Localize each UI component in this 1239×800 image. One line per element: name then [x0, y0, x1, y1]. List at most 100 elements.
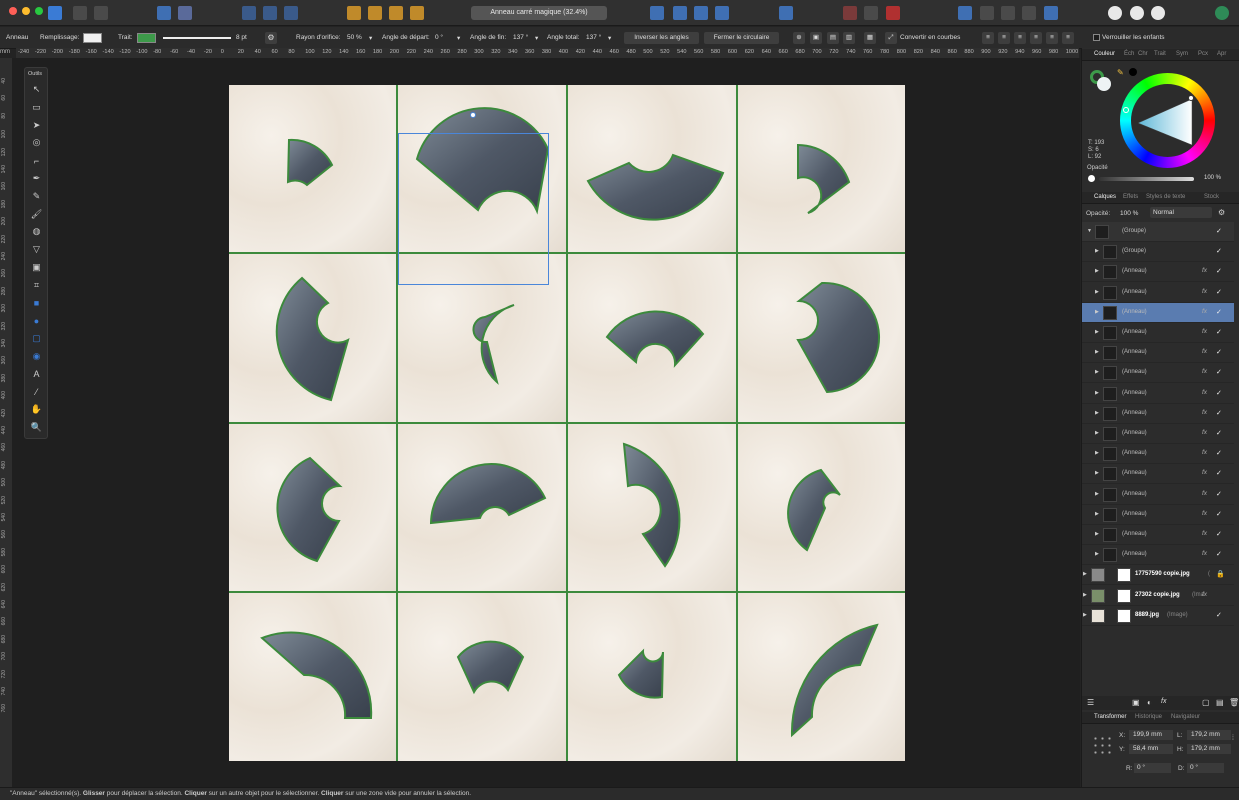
- expand-arrow-icon[interactable]: ▶: [1095, 369, 1099, 375]
- stroke-width-value[interactable]: 8 pt: [236, 34, 247, 41]
- expand-arrow-icon[interactable]: ▶: [1095, 551, 1099, 557]
- align-right-icon[interactable]: ▦: [864, 32, 876, 44]
- shear-field[interactable]: 0 °: [1187, 763, 1224, 773]
- snapping-toggle-icon[interactable]: [864, 6, 878, 20]
- expand-arrow-icon[interactable]: ▶: [1095, 289, 1099, 295]
- add-layer-icon[interactable]: ▢: [1202, 698, 1210, 707]
- artboard-icon[interactable]: ▭: [30, 101, 43, 114]
- fx-icon[interactable]: fx: [1202, 550, 1207, 557]
- fx-icon[interactable]: fx: [1202, 449, 1207, 456]
- eyedropper-icon[interactable]: ⁄: [30, 386, 43, 399]
- anchor-grid-icon[interactable]: [1092, 735, 1112, 757]
- color-triangle-svg[interactable]: [1120, 73, 1215, 168]
- panel-tab[interactable]: Éch: [1124, 51, 1134, 57]
- distribute-center-icon[interactable]: ≡: [998, 32, 1010, 44]
- color-wheel[interactable]: [1120, 73, 1215, 168]
- expand-arrow-icon[interactable]: ▶: [1083, 612, 1087, 618]
- lock-children-checkbox[interactable]: [1093, 34, 1100, 41]
- zoom-window-button[interactable]: [35, 7, 43, 15]
- fill-well-icon[interactable]: [1097, 77, 1111, 91]
- persona-grid-icon[interactable]: [73, 6, 87, 20]
- layer-row[interactable]: ▶ (Anneau) fx ✓: [1082, 262, 1234, 283]
- fx-icon[interactable]: fx: [1202, 389, 1207, 396]
- visibility-checkbox[interactable]: ✓: [1216, 288, 1222, 296]
- boolean-xor-icon[interactable]: [1022, 6, 1036, 20]
- start-angle-stepper-icon[interactable]: ▾: [457, 34, 460, 42]
- opacity-slider[interactable]: [1099, 177, 1194, 181]
- ruler-horizontal[interactable]: -240 -220 -200 -180 -160 -140 -120 -100 -80 -60 -4…: [16, 48, 1079, 58]
- visibility-checkbox[interactable]: ✓: [1216, 449, 1222, 457]
- arrange-forward-icon[interactable]: [389, 6, 403, 20]
- ring-tile-3[interactable]: [586, 153, 725, 221]
- fx-icon[interactable]: fx: [1202, 591, 1207, 598]
- studio-panels-icon[interactable]: [1130, 6, 1144, 20]
- color-picker-toggle-icon[interactable]: [1151, 6, 1165, 20]
- crop-icon[interactable]: ⌗: [30, 279, 43, 292]
- close-window-button[interactable]: [9, 7, 17, 15]
- ring-tile-14[interactable]: [456, 640, 525, 695]
- layer-row[interactable]: ▶ (Anneau) fx ✓: [1082, 302, 1234, 323]
- visibility-checkbox[interactable]: ✓: [1216, 550, 1222, 558]
- pen-icon[interactable]: ✒: [30, 172, 43, 185]
- fx-icon[interactable]: fx: [1202, 348, 1207, 355]
- panel-tab[interactable]: Calques: [1094, 194, 1116, 200]
- align-center-icon[interactable]: ▥: [843, 32, 855, 44]
- ring-tile-15[interactable]: [617, 648, 664, 699]
- brush-icon[interactable]: 🖌: [30, 208, 43, 221]
- end-angle-value[interactable]: 137 °: [513, 34, 528, 41]
- expand-arrow-icon[interactable]: ▶: [1095, 309, 1099, 315]
- panel-tab[interactable]: Couleur: [1094, 51, 1115, 57]
- opacity-value[interactable]: 100 %: [1204, 175, 1221, 181]
- layer-settings-gear-icon[interactable]: ⚙: [1218, 208, 1225, 217]
- visibility-checkbox[interactable]: ✓: [1216, 227, 1222, 235]
- layer-row[interactable]: ▶ (Anneau) fx ✓: [1082, 323, 1234, 343]
- assistant-icon[interactable]: [157, 6, 171, 20]
- layer-row[interactable]: ▶ (Anneau) fx ✓: [1082, 384, 1234, 404]
- layer-row[interactable]: ▶ (Anneau) fx ✓: [1082, 424, 1234, 444]
- expand-arrow-icon[interactable]: ▶: [1083, 592, 1087, 598]
- node-icon[interactable]: ➤: [30, 119, 43, 132]
- visibility-checkbox[interactable]: ✓: [1216, 368, 1222, 376]
- layer-opacity-value[interactable]: 100 %: [1120, 210, 1138, 217]
- panel-tab[interactable]: Trait: [1154, 51, 1166, 57]
- fx-icon[interactable]: fx: [1202, 530, 1207, 537]
- adjustment-icon[interactable]: ◐: [1147, 698, 1152, 707]
- share-icon[interactable]: [94, 6, 108, 20]
- visibility-checkbox[interactable]: ✓: [1216, 611, 1222, 619]
- ring-tile-16[interactable]: [790, 623, 879, 738]
- visibility-checkbox[interactable]: ✓: [1216, 328, 1222, 336]
- close-circular-button[interactable]: Fermer le circulaire: [704, 32, 779, 44]
- expand-arrow-icon[interactable]: ▶: [1095, 511, 1099, 517]
- distribute-right-icon[interactable]: ≡: [1014, 32, 1026, 44]
- minimize-window-button[interactable]: [22, 7, 30, 15]
- stroke-swatch[interactable]: [137, 33, 156, 43]
- layer-row[interactable]: ▶ (Anneau) fx ✓: [1082, 464, 1234, 485]
- visibility-checkbox[interactable]: ✓: [1216, 409, 1222, 417]
- fx-icon[interactable]: fx: [1202, 429, 1207, 436]
- distribute-bottom-icon[interactable]: ≡: [1046, 32, 1058, 44]
- layer-row[interactable]: ▶ (Anneau) fx ✓: [1082, 505, 1234, 525]
- stroke-width-slider[interactable]: [163, 37, 231, 39]
- layer-row[interactable]: ▶ 17757590 copie.jpg (🔒: [1082, 565, 1234, 586]
- arrange-front-icon[interactable]: [410, 6, 424, 20]
- layer-row[interactable]: ▶ (Anneau) fx ✓: [1082, 283, 1234, 303]
- layer-row[interactable]: ▶ 8889.jpg (Image) ✓: [1082, 606, 1234, 626]
- align-icon[interactable]: [779, 6, 793, 20]
- fx-icon[interactable]: fx: [1161, 698, 1166, 705]
- blend-mode-select[interactable]: Normal: [1150, 207, 1212, 218]
- donut-icon[interactable]: ◉: [30, 350, 43, 363]
- rotate-right-icon[interactable]: [715, 6, 729, 20]
- layer-row[interactable]: ▶ 27302 copie.jpg (Ima fx: [1082, 586, 1234, 606]
- rotate-left-icon[interactable]: [694, 6, 708, 20]
- distribute-top-icon[interactable]: ≡: [1030, 32, 1042, 44]
- ring-tile-5[interactable]: [275, 276, 350, 402]
- layer-row[interactable]: ▶ (Groupe) ✓: [1082, 242, 1234, 263]
- rounded-rect-icon[interactable]: ▢: [30, 332, 43, 345]
- export-persona-icon[interactable]: [178, 6, 192, 20]
- visibility-checkbox[interactable]: ✓: [1216, 267, 1222, 275]
- expand-arrow-icon[interactable]: ▶: [1095, 450, 1099, 456]
- expand-arrow-icon[interactable]: ▶: [1095, 390, 1099, 396]
- group-layer-icon[interactable]: ▤: [1216, 698, 1224, 707]
- layer-row[interactable]: ▶ (Anneau) fx ✓: [1082, 404, 1234, 424]
- ring-tile-8[interactable]: [796, 281, 880, 394]
